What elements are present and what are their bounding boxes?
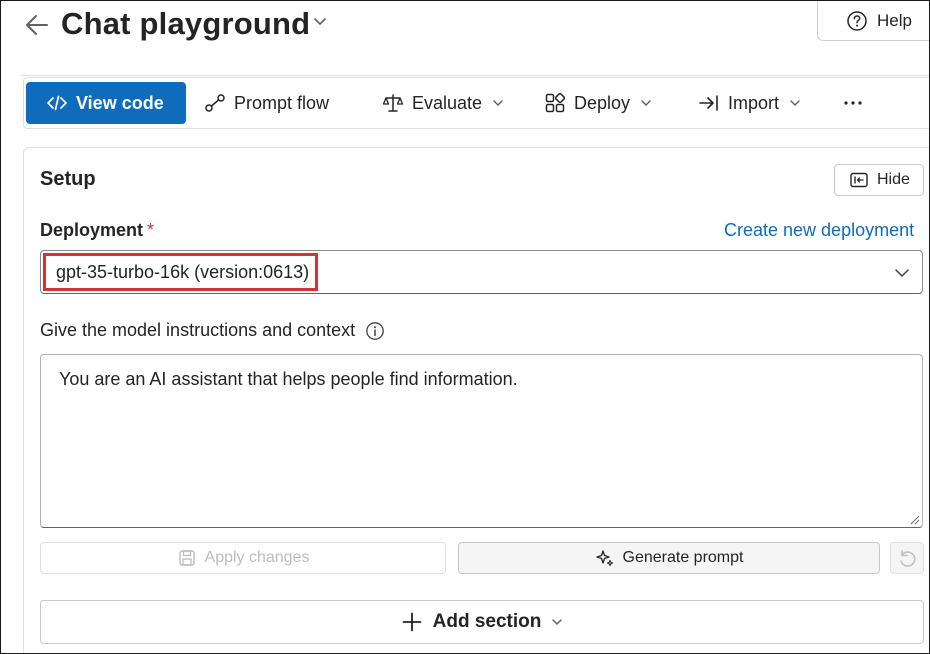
chevron-down-icon[interactable]	[313, 15, 327, 29]
save-icon	[178, 550, 195, 566]
create-deployment-link[interactable]: Create new deployment	[724, 220, 914, 241]
chevron-down-icon	[790, 100, 800, 106]
deploy-button[interactable]: Deploy	[544, 82, 652, 124]
apply-changes-button[interactable]: Apply changes	[40, 542, 446, 574]
prompt-flow-button[interactable]: Prompt flow	[204, 82, 329, 124]
question-circle-icon	[847, 10, 867, 31]
instructions-label: Give the model instructions and context	[40, 320, 385, 341]
page-header: Chat playground Help	[1, 1, 929, 61]
evaluate-button[interactable]: Evaluate	[382, 82, 504, 124]
toolbar: View code Prompt flow Evaluate Deploy Im…	[23, 77, 929, 129]
setup-title: Setup	[40, 168, 96, 190]
import-arrow-icon	[699, 95, 718, 111]
panel-collapse-icon	[850, 172, 868, 188]
deployment-selected-value: gpt-35-turbo-16k (version:0613)	[43, 253, 319, 291]
scales-icon	[382, 94, 404, 112]
add-section-button[interactable]: Add section	[40, 600, 924, 644]
cube-icon	[545, 92, 566, 113]
undo-icon	[900, 549, 916, 567]
reset-button[interactable]	[890, 542, 924, 574]
chevron-down-icon	[895, 269, 909, 277]
help-button[interactable]: Help	[817, 1, 929, 41]
hide-button[interactable]: Hide	[834, 164, 924, 196]
import-button[interactable]: Import	[698, 82, 801, 124]
required-mark: *	[147, 220, 155, 240]
more-horizontal-icon	[844, 101, 862, 105]
more-options-button[interactable]	[838, 82, 868, 124]
deployment-label: Deployment *	[40, 220, 155, 240]
back-arrow-icon[interactable]	[23, 11, 51, 39]
sparkle-icon	[595, 550, 613, 567]
setup-panel: Setup Hide Deployment * Create new deploy…	[23, 147, 929, 653]
resize-handle-icon[interactable]	[908, 513, 920, 525]
app-window: Chat playground Help View code Prompt fl…	[0, 0, 930, 654]
help-label: Help	[877, 10, 912, 30]
chevron-down-icon	[552, 619, 563, 625]
system-message-textarea[interactable]: You are an AI assistant that helps peopl…	[40, 354, 923, 528]
generate-prompt-button[interactable]: Generate prompt	[458, 542, 880, 574]
view-code-button[interactable]: View code	[26, 82, 186, 124]
chevron-down-icon	[641, 100, 651, 106]
code-icon	[47, 95, 67, 111]
flow-icon	[205, 94, 225, 112]
deployment-dropdown[interactable]: gpt-35-turbo-16k (version:0613)	[40, 250, 923, 294]
header-divider	[21, 75, 929, 76]
chevron-down-icon	[493, 100, 503, 106]
info-icon[interactable]	[365, 321, 385, 341]
page-title: Chat playground	[61, 6, 311, 41]
plus-icon	[402, 612, 422, 632]
system-message-text: You are an AI assistant that helps peopl…	[59, 369, 518, 389]
